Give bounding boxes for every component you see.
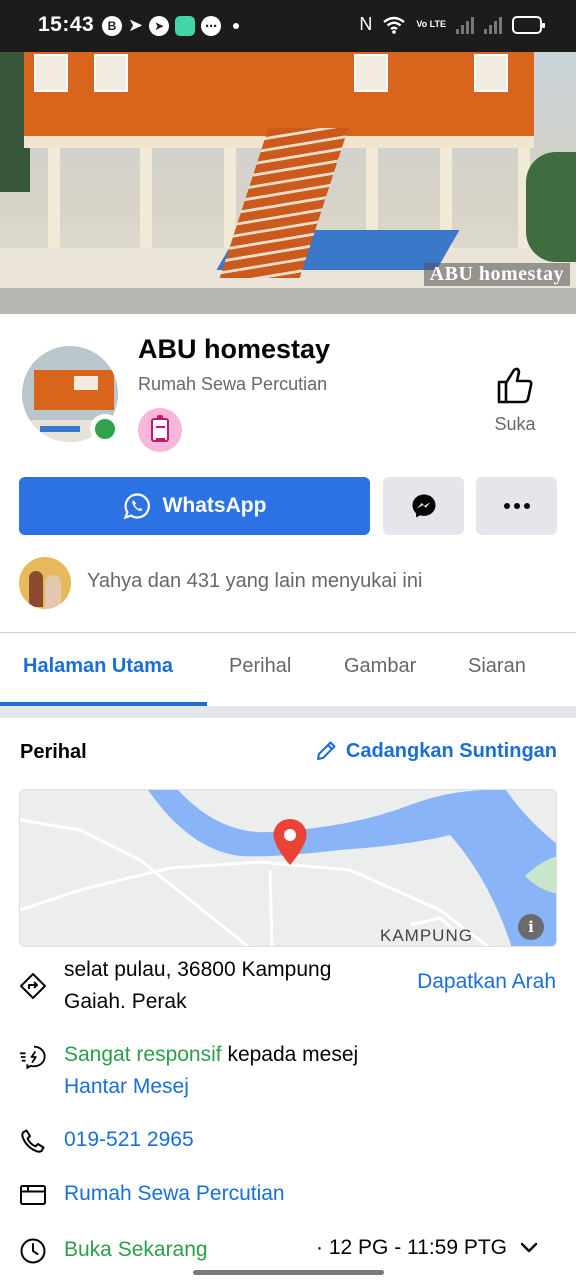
more-dot <box>513 503 520 509</box>
cover-stilt <box>140 148 152 248</box>
liker-person <box>45 575 61 609</box>
opening-hours[interactable]: · 12 PG - 11:59 PTG <box>316 1236 507 1260</box>
map-pin-icon <box>273 819 307 865</box>
avatar-tarp <box>40 426 80 432</box>
notification-icons: B ➤ ➤ ⋯ <box>102 15 240 36</box>
about-heading: Perihal <box>20 741 87 763</box>
divider <box>0 632 576 633</box>
cover-window <box>34 54 68 92</box>
telegram-icon: ➤ <box>149 15 170 36</box>
wifi-icon <box>383 16 406 34</box>
more-dot <box>503 503 510 509</box>
cover-tree <box>526 152 576 262</box>
phone-icon <box>19 1127 47 1155</box>
cover-window <box>474 54 508 92</box>
signal-1-icon <box>456 16 474 34</box>
chevron-down-icon[interactable] <box>520 1241 538 1255</box>
nfc-icon: N <box>359 14 373 34</box>
tab-about[interactable]: Perihal <box>229 655 291 678</box>
clipboard-shape <box>151 415 169 442</box>
more-options-button[interactable] <box>476 477 557 535</box>
map-graphic <box>20 790 556 946</box>
online-status-dot <box>90 414 120 444</box>
responsive-rest: kepada mesej <box>221 1043 359 1066</box>
thumbs-up-icon <box>497 367 533 404</box>
open-now-status: Buka Sekarang <box>64 1238 208 1261</box>
like-label: Suka <box>494 414 536 434</box>
directions-icon <box>19 972 47 1000</box>
address-text: selat pulau, 36800 Kampung Gaiah. Perak <box>64 954 331 1018</box>
like-button[interactable]: Suka <box>484 364 546 440</box>
get-directions-link[interactable]: Dapatkan Arah <box>417 970 556 994</box>
status-time: 15:43 <box>38 13 95 36</box>
suggest-edit-label: Cadangkan Suntingan <box>345 739 557 762</box>
section-divider <box>0 706 576 718</box>
page-category: Rumah Sewa Percutian <box>138 374 328 394</box>
system-icons: N Vo LTE <box>359 14 545 35</box>
liker-avatar[interactable] <box>19 557 71 609</box>
b-icon: B <box>102 15 122 36</box>
map-place-label: KAMPUNG <box>380 926 473 945</box>
category-link[interactable]: Rumah Sewa Percutian <box>64 1178 285 1210</box>
chat-app-icon <box>175 15 196 36</box>
page-title: ABU homestay <box>138 334 331 364</box>
cover-window <box>94 54 128 92</box>
responsive-badge: Sangat responsif <box>64 1043 222 1066</box>
status-bar: 15:43 B ➤ ➤ ⋯ N Vo LTE <box>0 0 576 52</box>
category-tag-icon <box>19 1181 47 1209</box>
messenger-icon <box>412 494 435 518</box>
address-line-1: selat pulau, 36800 Kampung <box>64 958 332 981</box>
more-notifications-dot <box>233 22 240 29</box>
responsiveness-text: Sangat responsif kepada mesej Hantar Mes… <box>64 1039 358 1103</box>
responsiveness-line: Sangat responsif kepada mesej <box>64 1039 358 1071</box>
cover-watermark: ABU homestay <box>423 263 570 286</box>
volte-indicator: Vo LTE <box>416 19 446 29</box>
likes-summary[interactable]: Yahya dan 431 yang lain menyukai ini <box>87 570 422 593</box>
clipboard-badge-icon[interactable] <box>138 408 182 452</box>
tab-posts[interactable]: Siaran <box>468 655 526 678</box>
battery-icon <box>512 15 545 34</box>
whatsapp-icon <box>123 493 150 520</box>
signal-2-icon <box>484 16 502 34</box>
telegram-icon: ➤ <box>128 15 144 35</box>
cover-road <box>0 288 576 314</box>
whatsapp-button[interactable]: WhatsApp <box>19 477 370 535</box>
whatsapp-label: WhatsApp <box>162 494 267 517</box>
avatar-window <box>74 376 98 390</box>
send-message-link[interactable]: Hantar Mesej <box>64 1071 358 1103</box>
cover-window <box>354 54 388 92</box>
address-line-2: Gaiah. Perak <box>64 990 187 1013</box>
location-map[interactable]: KAMPUNG i <box>19 789 557 947</box>
messenger-button[interactable] <box>383 477 464 535</box>
tab-home[interactable]: Halaman Utama <box>23 655 173 678</box>
tab-photos[interactable]: Gambar <box>344 655 416 678</box>
cover-photo[interactable]: ABU homestay <box>0 52 576 314</box>
map-info-icon[interactable]: i <box>518 914 544 940</box>
phone-number-link[interactable]: 019-521 2965 <box>64 1124 194 1156</box>
message-bubble-icon: ⋯ <box>201 15 222 36</box>
liker-person <box>29 571 43 607</box>
clock-icon <box>19 1237 47 1265</box>
fast-response-icon <box>19 1043 47 1071</box>
suggest-edit-button[interactable]: Cadangkan Suntingan <box>314 739 557 763</box>
gesture-navigation-bar[interactable] <box>193 1270 384 1275</box>
cover-stilt <box>48 148 60 248</box>
more-dot <box>523 503 530 509</box>
pencil-icon <box>316 741 336 760</box>
